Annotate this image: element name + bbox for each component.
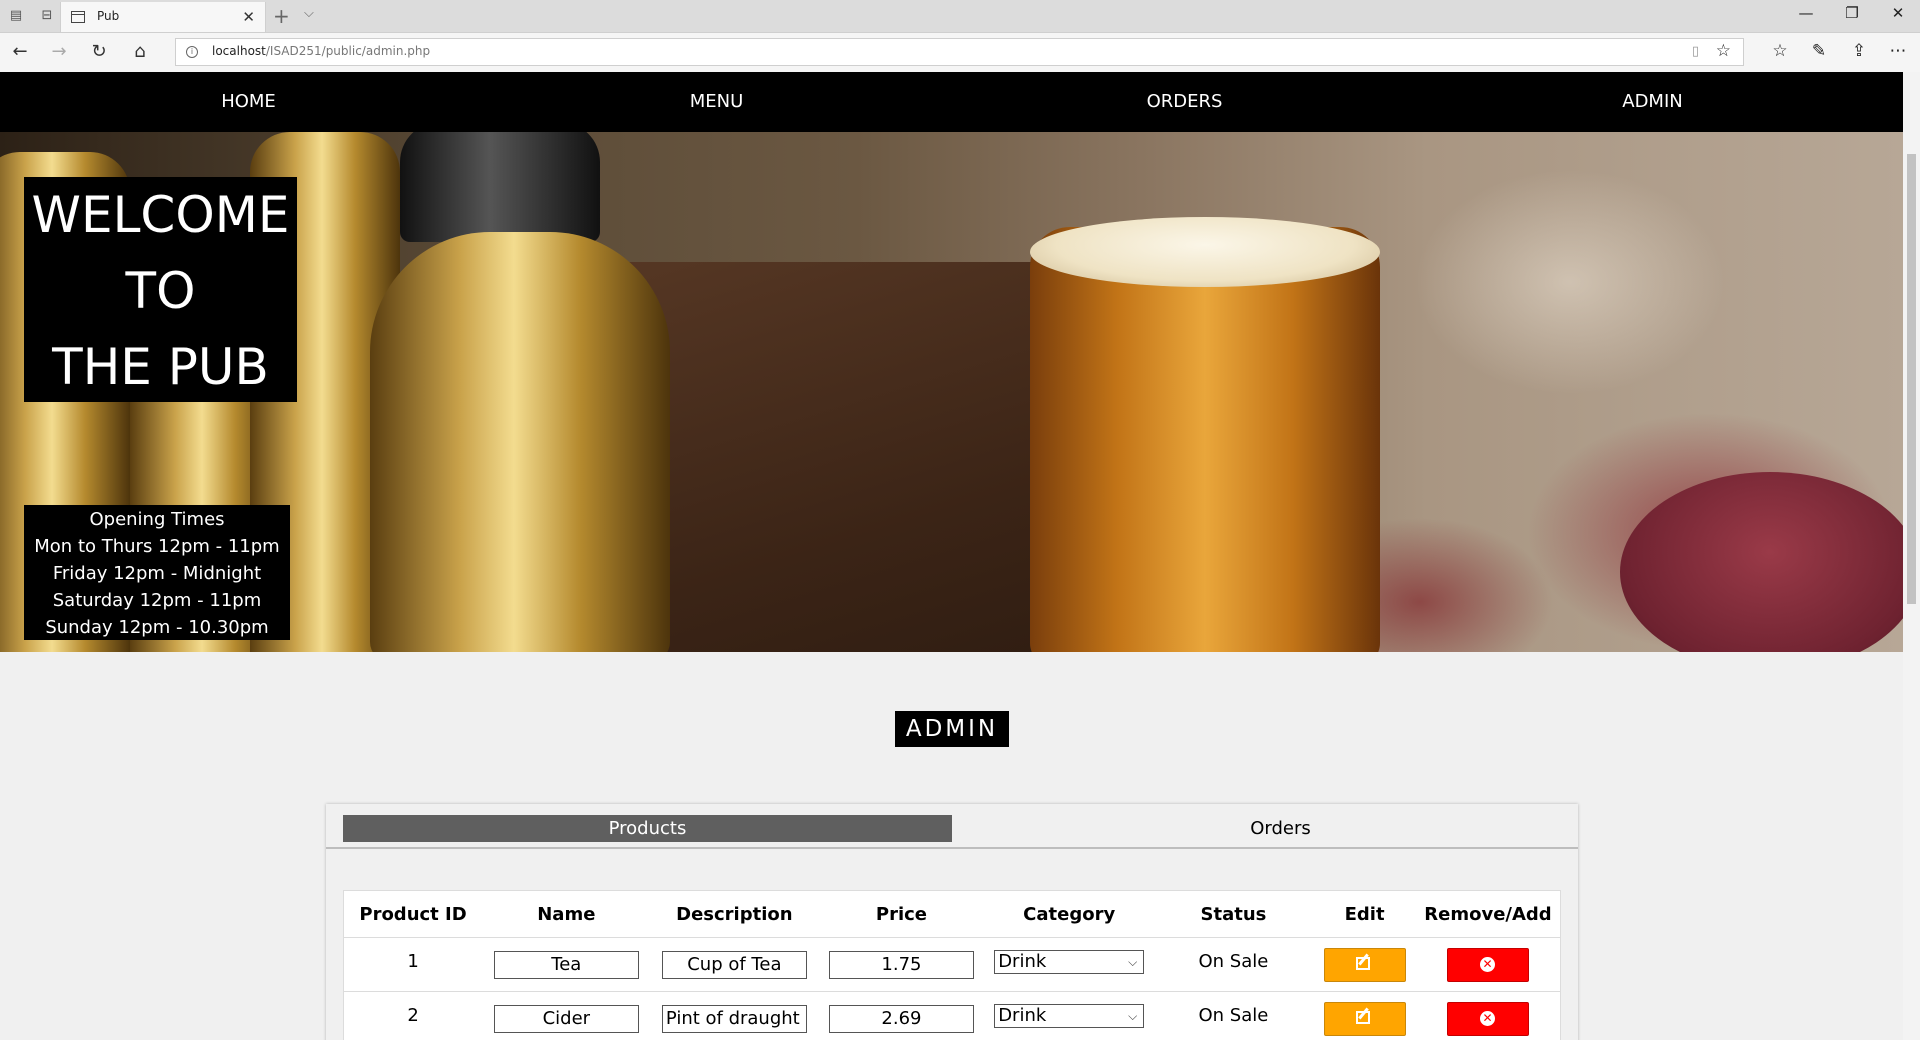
edit-icon [1355,1010,1370,1024]
beer-tap-handle-image [400,132,600,242]
opening-times-line: Saturday 12pm - 11pm [52,590,262,611]
product-id: 2 [407,1005,419,1026]
window-close-icon[interactable]: ✕ [1875,4,1920,22]
welcome-line: THE PUB [52,338,269,396]
home-icon[interactable]: ⌂ [128,41,152,62]
favorite-star-icon[interactable]: ☆ [1716,41,1731,61]
url-text[interactable]: localhost/ISAD251/public/admin.php [212,44,430,58]
bar-stool-image [1620,472,1903,652]
restore-icon[interactable]: ❐ [1829,4,1875,22]
browser-tab[interactable]: Pub ✕ [60,2,266,32]
welcome-line: WELCOME [31,186,290,244]
beer-glass-image [1030,227,1380,652]
opening-times-title: Opening Times [89,509,225,530]
top-navigation: HOME MENU ORDERS ADMIN [0,72,1903,132]
nav-admin[interactable]: ADMIN [1415,72,1890,132]
edit-icon [1355,956,1370,970]
chevron-down-icon: ⌵ [1128,955,1138,969]
product-status: On Sale [1198,1005,1269,1026]
column-header: Status [1153,890,1314,938]
share-icon[interactable]: ⇪ [1847,41,1871,61]
tab-title: Pub [97,9,120,23]
opening-times-line: Sunday 12pm - 10.30pm [45,617,269,638]
close-tab-icon[interactable]: ✕ [242,8,255,26]
address-bar[interactable]: i localhost/ISAD251/public/admin.php ▯ ☆ [175,38,1744,66]
opening-times-line: Friday 12pm - Midnight [52,563,262,584]
hero-banner: WELCOME TO THE PUB Opening Times Mon to … [0,132,1903,652]
beer-foam-image [1030,217,1380,287]
site-info-icon[interactable]: i [186,46,198,58]
product-price-input[interactable]: 1.75 [828,950,974,979]
browser-toolbar: ← → ↻ ⌂ i localhost/ISAD251/public/admin… [0,33,1920,73]
table-row: 2 Cider Pint of draught cider 2.69 Drink… [343,991,1561,1040]
browser-tab-bar: ▤ ⊟ Pub ✕ + ⌵ — ❐ ✕ [0,0,1920,33]
edit-button[interactable] [1323,947,1406,982]
column-header: Price [818,890,985,938]
reading-view-icon[interactable]: ▯ [1692,44,1699,59]
nav-menu[interactable]: MENU [479,72,954,132]
admin-tabs: Products Orders [326,804,1578,849]
remove-icon: ✕ [1479,1010,1495,1026]
web-note-icon[interactable]: ✎ [1807,41,1831,61]
column-header: Description [650,890,819,938]
refresh-icon[interactable]: ↻ [87,41,111,62]
table-header-row: Product ID Name Description Price Catego… [343,890,1561,938]
product-name-input[interactable]: Cider [493,1004,639,1033]
column-header: Product ID [343,890,483,938]
column-header: Remove/Add [1415,890,1561,938]
set-aside-tabs-icon[interactable]: ⊟ [37,6,57,26]
scrollbar-thumb[interactable] [1907,154,1916,604]
product-category-select[interactable]: Drink ⌵ [994,1004,1145,1028]
page-content: HOME MENU ORDERS ADMIN WELCOME TO THE PU… [0,72,1903,1040]
welcome-line: TO [125,262,196,320]
remove-button[interactable]: ✕ [1446,1001,1529,1036]
product-id: 1 [407,951,419,972]
product-description-input[interactable]: Cup of Tea [661,950,807,979]
product-name-input[interactable]: Tea [493,950,639,979]
opening-times-line: Mon to Thurs 12pm - 11pm [34,536,280,557]
admin-panel: Products Orders Product ID Name Descript… [326,804,1578,1040]
minimize-icon[interactable]: — [1783,4,1829,22]
tab-list-chevron-icon[interactable]: ⌵ [304,6,314,21]
product-price-input[interactable]: 2.69 [828,1004,974,1033]
tab-preview-icon[interactable]: ▤ [6,6,26,26]
page-icon [71,11,85,23]
products-table: Product ID Name Description Price Catego… [343,890,1561,1040]
more-icon[interactable]: ⋯ [1886,41,1910,61]
forward-icon[interactable]: → [47,41,71,62]
tab-products[interactable]: Products [343,815,952,842]
beer-tap-image [370,232,670,652]
remove-icon: ✕ [1479,956,1495,972]
opening-times-box: Opening Times Mon to Thurs 12pm - 11pm F… [24,505,290,640]
welcome-box: WELCOME TO THE PUB [24,177,297,402]
chevron-down-icon: ⌵ [1128,1009,1138,1023]
table-row: 1 Tea Cup of Tea 1.75 Drink ⌵ On Sale ✕ [343,937,1561,992]
category-value: Drink [998,1005,1047,1026]
remove-button[interactable]: ✕ [1446,947,1529,982]
admin-heading: ADMIN [895,711,1009,747]
tab-orders[interactable]: Orders [976,815,1585,842]
product-category-select[interactable]: Drink ⌵ [994,950,1145,974]
nav-home[interactable]: HOME [11,72,486,132]
product-description-input[interactable]: Pint of draught cider [661,1004,807,1033]
category-value: Drink [998,951,1047,972]
column-header: Category [984,890,1154,938]
nav-orders[interactable]: ORDERS [947,72,1422,132]
edit-button[interactable] [1323,1001,1406,1036]
favorites-hub-icon[interactable]: ☆ [1768,41,1792,61]
back-icon[interactable]: ← [8,41,32,62]
product-status: On Sale [1198,951,1269,972]
column-header: Edit [1313,890,1416,938]
column-header: Name [482,890,651,938]
new-tab-icon[interactable]: + [273,4,290,28]
page-scrollbar[interactable] [1903,72,1920,1040]
